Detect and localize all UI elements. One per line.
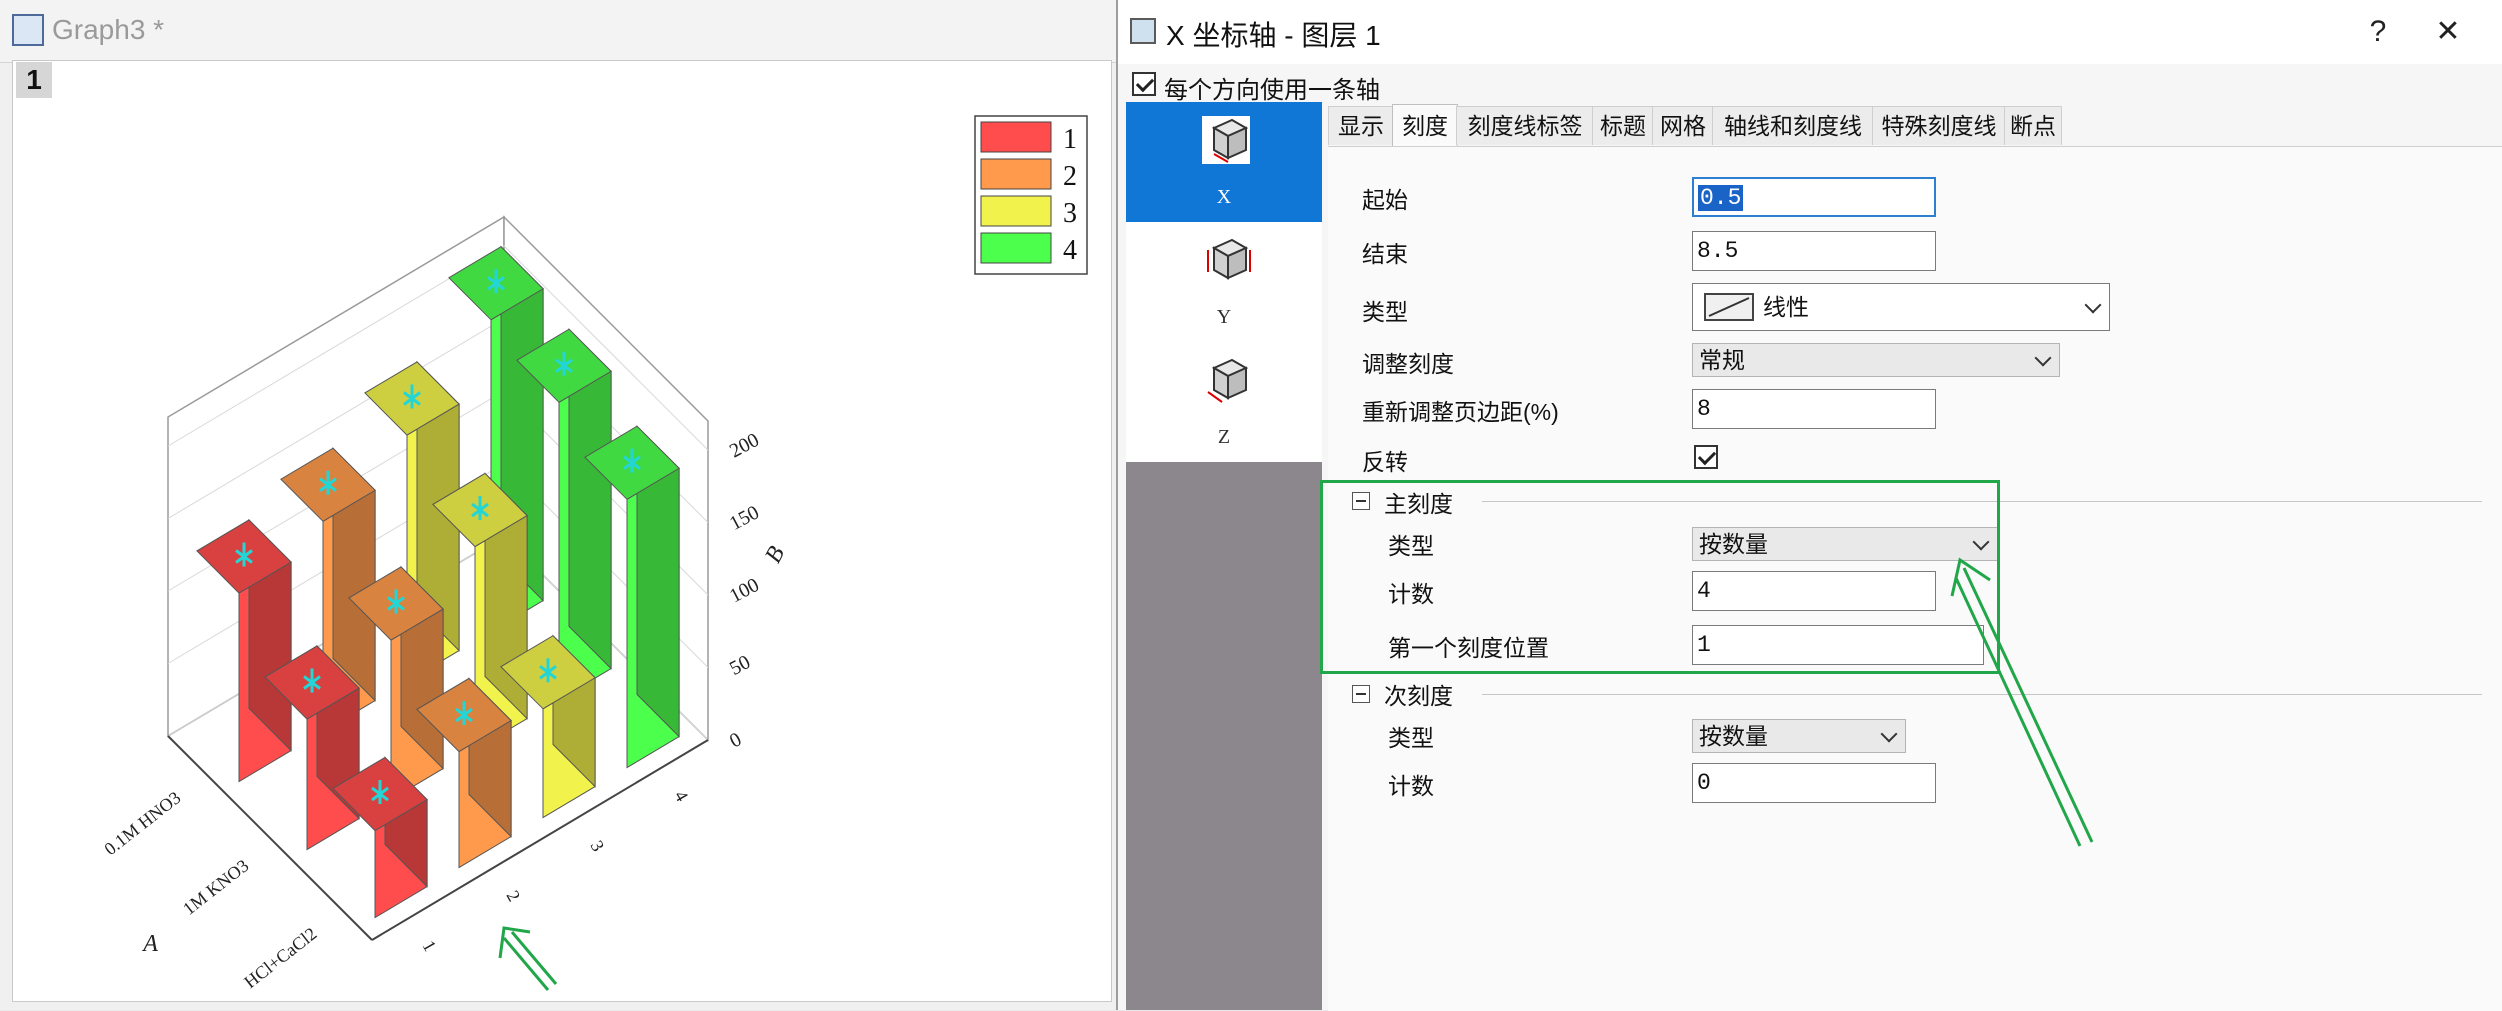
arrow-to-axis-label <box>498 926 558 991</box>
annotation-arrows <box>498 557 2094 991</box>
arrow-to-major-box <box>1950 557 2094 847</box>
